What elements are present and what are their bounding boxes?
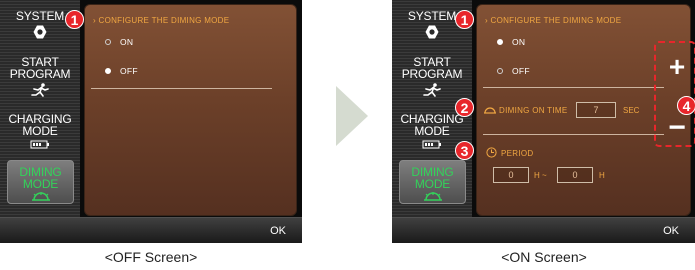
callout-badge-1: 1 [65, 10, 84, 29]
sidebar-item-label: SYSTEM [15, 9, 65, 23]
off-screen: SYSTEM START PROGRAM CHARGING MODE DIMIN… [0, 0, 302, 243]
dimming-lamp-icon [31, 192, 50, 201]
option-label: OFF [512, 66, 530, 76]
dimming-lamp-icon [484, 107, 496, 114]
diming-on-time-input[interactable]: 7 [576, 102, 616, 118]
option-off[interactable]: OFF [497, 66, 530, 76]
diming-on-time-unit: SEC [623, 106, 640, 115]
period-label: PERIOD [501, 149, 534, 158]
transition-arrow [336, 86, 368, 146]
radio-icon[interactable] [105, 38, 111, 45]
settings-panel: › CONFIGURE THE DIMING MODE ON OFF [84, 4, 297, 216]
sidebar-item-diming-mode[interactable]: DIMING MODE [7, 160, 74, 204]
option-label: ON [512, 37, 526, 47]
sidebar-item-label: CHARGING MODE [400, 112, 464, 138]
sidebar-item-start-program[interactable]: START PROGRAM [392, 56, 472, 97]
bottom-bar: OK [0, 217, 302, 243]
sidebar-item-label: DIMING MODE [19, 165, 62, 191]
diming-on-time-label: DIMING ON TIME [499, 106, 568, 115]
option-label: ON [120, 37, 134, 47]
radio-selected-icon[interactable] [105, 67, 111, 74]
sidebar-item-label: SYSTEM [407, 9, 457, 23]
option-on[interactable]: ON [497, 37, 525, 47]
option-off[interactable]: OFF [105, 66, 138, 76]
period-start-input[interactable]: 0 [493, 167, 529, 183]
on-screen: SYSTEM START PROGRAM CHARGING MODE DIMIN… [392, 0, 695, 243]
battery-icon [30, 140, 49, 149]
plus-button[interactable]: + [662, 52, 692, 82]
sidebar: SYSTEM START PROGRAM CHARGING MODE DIMIN… [0, 0, 80, 218]
minus-button[interactable]: − [662, 113, 692, 143]
callout-badge-3: 3 [455, 141, 474, 160]
callout-badge-4: 4 [677, 96, 695, 115]
callout-badge-2: 2 [455, 98, 474, 117]
divider [483, 87, 664, 88]
sidebar-item-charging-mode[interactable]: CHARGING MODE [0, 113, 80, 149]
period-end-input[interactable]: 0 [557, 167, 593, 183]
runner-icon [423, 83, 441, 97]
period-end-unit: H [599, 171, 605, 180]
sidebar-item-start-program[interactable]: START PROGRAM [0, 56, 80, 97]
dimming-lamp-icon [423, 192, 442, 201]
battery-icon [422, 140, 441, 149]
radio-icon[interactable] [497, 67, 503, 74]
ok-button[interactable]: OK [270, 225, 286, 237]
sidebar-item-diming-mode[interactable]: DIMING MODE [399, 160, 466, 204]
option-label: OFF [120, 66, 138, 76]
panel-title: › CONFIGURE THE DIMING MODE [93, 16, 230, 25]
bottom-bar: OK [392, 217, 695, 243]
option-on[interactable]: ON [105, 37, 133, 47]
ok-button[interactable]: OK [663, 225, 679, 237]
gear-icon [425, 25, 439, 39]
sidebar-item-label: CHARGING MODE [8, 112, 72, 138]
panel-title: › CONFIGURE THE DIMING MODE [485, 16, 622, 25]
sidebar-item-label: START PROGRAM [9, 55, 71, 81]
runner-icon [31, 83, 49, 97]
callout-badge-1: 1 [455, 10, 474, 29]
caption-on-screen: <ON Screen> [501, 249, 587, 265]
clock-icon [486, 147, 497, 158]
caption-off-screen: <OFF Screen> [104, 249, 198, 265]
divider [91, 88, 272, 89]
radio-selected-icon[interactable] [497, 38, 503, 45]
divider [483, 134, 664, 135]
sidebar-item-label: START PROGRAM [401, 55, 463, 81]
period-start-unit: H ~ [534, 171, 547, 180]
sidebar-item-label: DIMING MODE [411, 165, 454, 191]
gear-icon [33, 25, 47, 39]
